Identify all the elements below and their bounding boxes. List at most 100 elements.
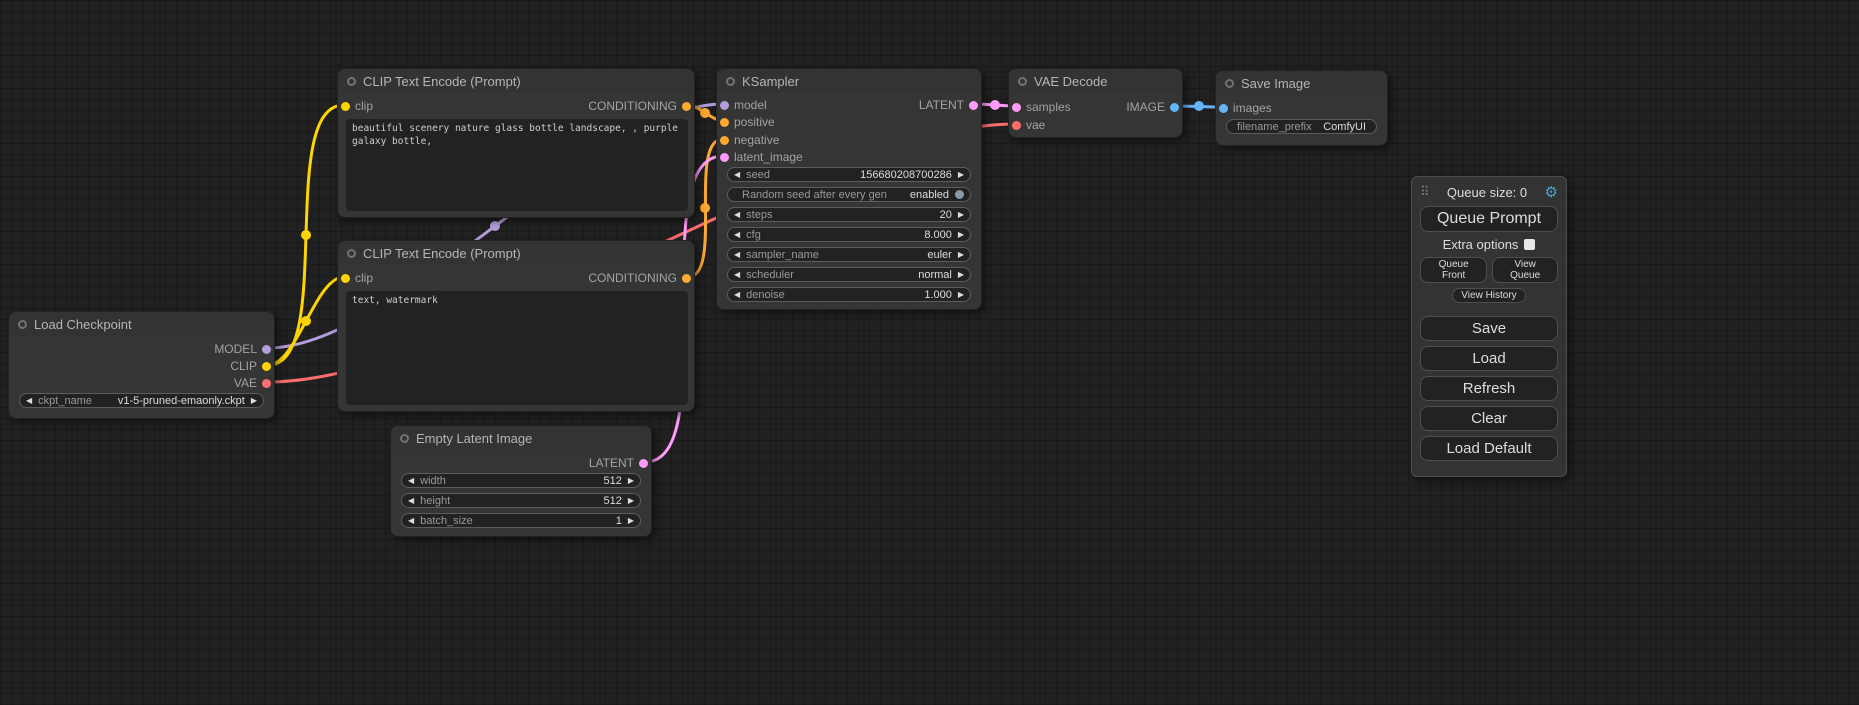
slot-dot-conditioning[interactable]	[682, 102, 691, 111]
node-load-checkpoint[interactable]: Load Checkpoint MODEL CLIP VAE ◀ ckpt_na…	[8, 311, 275, 419]
node-clip-text-encode-positive[interactable]: CLIP Text Encode (Prompt) clip CONDITION…	[337, 68, 695, 218]
extra-options-label: Extra options	[1443, 237, 1519, 252]
arrow-left-icon[interactable]: ◀	[26, 397, 32, 405]
slot-dot-vae[interactable]	[262, 379, 271, 388]
arrow-left-icon[interactable]: ◀	[734, 231, 740, 239]
arrow-right-icon[interactable]: ▶	[628, 497, 634, 505]
slot-dot-conditioning[interactable]	[720, 118, 729, 127]
arrow-right-icon[interactable]: ▶	[958, 291, 964, 299]
settings-gear-icon[interactable]: ⚙	[1545, 185, 1558, 200]
slot-dot-model[interactable]	[720, 101, 729, 110]
collapse-toggle-icon[interactable]	[1225, 79, 1234, 88]
slot-dot-vae[interactable]	[1012, 121, 1021, 130]
slot-label: CONDITIONING	[588, 271, 677, 285]
collapse-toggle-icon[interactable]	[400, 434, 409, 443]
node-title: VAE Decode	[1034, 74, 1107, 89]
widget-name: steps	[746, 209, 772, 221]
slot-dot-conditioning[interactable]	[720, 136, 729, 145]
collapse-toggle-icon[interactable]	[1018, 77, 1027, 86]
widget-cfg[interactable]: ◀ cfg 8.000 ▶	[727, 227, 971, 242]
graph-canvas[interactable]: Load Checkpoint MODEL CLIP VAE ◀ ckpt_na…	[0, 0, 1859, 705]
arrow-left-icon[interactable]: ◀	[734, 291, 740, 299]
save-button[interactable]: Save	[1420, 316, 1558, 341]
arrow-left-icon[interactable]: ◀	[734, 211, 740, 219]
arrow-right-icon[interactable]: ▶	[958, 211, 964, 219]
load-button[interactable]: Load	[1420, 346, 1558, 371]
slot-dot-latent[interactable]	[969, 101, 978, 110]
slot-dot-conditioning[interactable]	[682, 274, 691, 283]
slot-dot-model[interactable]	[262, 345, 271, 354]
slot-label: IMAGE	[1126, 100, 1165, 114]
widget-random-seed-toggle[interactable]: Random seed after every gen enabled	[727, 187, 971, 202]
view-queue-button[interactable]: View Queue	[1492, 257, 1558, 283]
toggle-on-icon[interactable]	[955, 190, 964, 199]
node-clip-text-encode-negative[interactable]: CLIP Text Encode (Prompt) clip CONDITION…	[337, 240, 695, 412]
node-empty-latent-header[interactable]: Empty Latent Image	[391, 426, 651, 450]
slot-dot-latent[interactable]	[720, 153, 729, 162]
arrow-right-icon[interactable]: ▶	[628, 477, 634, 485]
widget-height[interactable]: ◀ height 512 ▶	[401, 493, 641, 508]
widget-scheduler[interactable]: ◀ scheduler normal ▶	[727, 267, 971, 282]
widget-denoise[interactable]: ◀ denoise 1.000 ▶	[727, 287, 971, 302]
input-slot-latent-image: latent_image	[720, 150, 803, 164]
widget-seed[interactable]: ◀ seed 156680208700286 ▶	[727, 167, 971, 182]
widget-width[interactable]: ◀ width 512 ▶	[401, 473, 641, 488]
node-save-image[interactable]: Save Image images filename_prefix ComfyU…	[1215, 70, 1388, 146]
node-empty-latent-image[interactable]: Empty Latent Image LATENT ◀ width 512 ▶ …	[390, 425, 652, 537]
node-clip-positive-header[interactable]: CLIP Text Encode (Prompt)	[338, 69, 694, 93]
refresh-button[interactable]: Refresh	[1420, 376, 1558, 401]
queue-front-button[interactable]: Queue Front	[1420, 257, 1487, 283]
slot-dot-clip[interactable]	[341, 102, 350, 111]
negative-prompt-textarea[interactable]: text, watermark	[346, 291, 688, 405]
arrow-right-icon[interactable]: ▶	[251, 397, 257, 405]
positive-prompt-textarea[interactable]: beautiful scenery nature glass bottle la…	[346, 119, 688, 211]
slot-dot-clip[interactable]	[262, 362, 271, 371]
node-title: CLIP Text Encode (Prompt)	[363, 74, 521, 89]
queue-prompt-button[interactable]: Queue Prompt	[1420, 206, 1558, 232]
node-vae-decode[interactable]: VAE Decode samples vae IMAGE	[1008, 68, 1183, 138]
node-ksampler-header[interactable]: KSampler	[717, 69, 981, 93]
widget-name: ckpt_name	[38, 395, 92, 407]
clear-button[interactable]: Clear	[1420, 406, 1558, 431]
collapse-toggle-icon[interactable]	[726, 77, 735, 86]
node-ksampler[interactable]: KSampler model positive negative latent_…	[716, 68, 982, 310]
widget-filename-prefix[interactable]: filename_prefix ComfyUI	[1226, 119, 1377, 134]
arrow-right-icon[interactable]: ▶	[958, 271, 964, 279]
input-slot-images: images	[1219, 101, 1272, 115]
view-history-button[interactable]: View History	[1452, 288, 1525, 303]
node-vae-decode-header[interactable]: VAE Decode	[1009, 69, 1182, 93]
arrow-left-icon[interactable]: ◀	[734, 251, 740, 259]
slot-dot-image[interactable]	[1219, 104, 1228, 113]
arrow-left-icon[interactable]: ◀	[734, 171, 740, 179]
widget-batch-size[interactable]: ◀ batch_size 1 ▶	[401, 513, 641, 528]
arrow-left-icon[interactable]: ◀	[408, 517, 414, 525]
slot-dot-clip[interactable]	[341, 274, 350, 283]
node-save-image-header[interactable]: Save Image	[1216, 71, 1387, 95]
slot-dot-latent[interactable]	[1012, 103, 1021, 112]
queue-panel-header: ⠿ Queue size: 0 ⚙	[1420, 184, 1558, 200]
arrow-left-icon[interactable]: ◀	[408, 497, 414, 505]
arrow-right-icon[interactable]: ▶	[958, 171, 964, 179]
widget-value: 1	[616, 515, 622, 527]
arrow-left-icon[interactable]: ◀	[734, 271, 740, 279]
widget-name: denoise	[746, 289, 785, 301]
collapse-toggle-icon[interactable]	[347, 77, 356, 86]
load-default-button[interactable]: Load Default	[1420, 436, 1558, 461]
drag-handle-icon[interactable]: ⠿	[1420, 184, 1430, 200]
widget-ckpt-name[interactable]: ◀ ckpt_name v1-5-pruned-emaonly.ckpt ▶	[19, 393, 264, 408]
slot-label: LATENT	[919, 98, 964, 112]
extra-options-checkbox[interactable]	[1524, 239, 1535, 250]
collapse-toggle-icon[interactable]	[18, 320, 27, 329]
arrow-right-icon[interactable]: ▶	[958, 231, 964, 239]
arrow-right-icon[interactable]: ▶	[958, 251, 964, 259]
widget-sampler-name[interactable]: ◀ sampler_name euler ▶	[727, 247, 971, 262]
slot-dot-image[interactable]	[1170, 103, 1179, 112]
node-load-checkpoint-header[interactable]: Load Checkpoint	[9, 312, 274, 336]
arrow-right-icon[interactable]: ▶	[628, 517, 634, 525]
slot-dot-latent[interactable]	[639, 459, 648, 468]
collapse-toggle-icon[interactable]	[347, 249, 356, 258]
widget-steps[interactable]: ◀ steps 20 ▶	[727, 207, 971, 222]
node-clip-negative-header[interactable]: CLIP Text Encode (Prompt)	[338, 241, 694, 265]
arrow-left-icon[interactable]: ◀	[408, 477, 414, 485]
widget-name: batch_size	[420, 515, 473, 527]
